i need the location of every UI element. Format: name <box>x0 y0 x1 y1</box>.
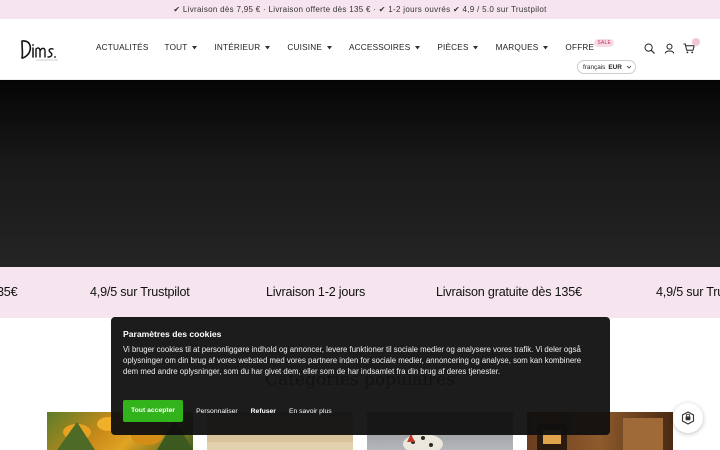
nav-label: ACCESSOIRES <box>349 43 411 52</box>
hero-banner[interactable] <box>0 80 720 267</box>
nav-actualites[interactable]: ACTUALITÉS <box>96 43 149 52</box>
nav-pieces[interactable]: PIÈCES <box>437 43 479 52</box>
caret-down-icon <box>190 44 198 52</box>
cart-icon[interactable] <box>683 38 700 54</box>
promo-bar: ✔ Livraison dès 7,95 € · Livraison offer… <box>0 0 720 19</box>
main-nav: ACTUALITÉS TOUT INTÉRIEUR CUISINE ACCESS… <box>96 39 615 52</box>
nav-label: ACTUALITÉS <box>96 43 149 52</box>
caret-down-icon <box>472 44 480 52</box>
nav-label: INTÉRIEUR <box>214 43 261 52</box>
nav-label: PIÈCES <box>437 43 469 52</box>
nav-interieur[interactable]: INTÉRIEUR <box>214 43 271 52</box>
user-icon[interactable] <box>663 42 675 54</box>
logo-mark-icon <box>21 40 58 61</box>
sale-badge: SALE <box>594 39 615 47</box>
nav-label: MARQUES <box>495 43 539 52</box>
customize-button[interactable]: Personnaliser <box>196 408 238 415</box>
nav-marques[interactable]: MARQUES <box>496 43 550 52</box>
cookie-settings-button[interactable] <box>673 403 703 433</box>
cookie-banner: Paramètres des cookies Vi bruger cookies… <box>111 317 610 435</box>
nav-cuisine[interactable]: CUISINE <box>287 43 333 52</box>
nav-label: TOUT <box>164 43 188 52</box>
nav-label: CUISINE <box>287 43 323 52</box>
promo-text: ✔ Livraison dès 7,95 € · Livraison offer… <box>173 5 547 14</box>
ticker-item: 4,9/5 sur Tru <box>656 285 720 299</box>
nav-label: OFFRE <box>565 43 595 52</box>
caret-down-icon <box>413 44 421 52</box>
nav-offre[interactable]: OFFRE SALE <box>565 39 615 52</box>
language-label: français <box>583 63 606 71</box>
logo[interactable] <box>20 37 62 63</box>
caret-down-icon <box>263 44 271 52</box>
chevron-down-icon <box>626 64 632 70</box>
ticker-item: Livraison 1-2 jours <box>266 285 366 299</box>
refuse-button[interactable]: Refuser <box>251 408 276 415</box>
learn-more-link[interactable]: En savoir plus <box>289 408 332 415</box>
cookie-title: Paramètres des cookies <box>123 329 222 339</box>
cookie-description: Vi bruger cookies til at personliggøre i… <box>123 345 582 376</box>
ticker-item: 35€ <box>0 285 18 299</box>
cart-count-badge <box>692 38 700 46</box>
caret-down-icon <box>325 44 333 52</box>
site-header: ACTUALITÉS TOUT INTÉRIEUR CUISINE ACCESS… <box>0 19 720 80</box>
usp-ticker: 35€ 4,9/5 sur Trustpilot Livraison 1-2 j… <box>0 267 720 318</box>
nav-tout[interactable]: TOUT <box>165 43 199 52</box>
nav-accessoires[interactable]: ACCESSOIRES <box>349 43 421 52</box>
accept-all-button[interactable]: Tout accepter <box>123 400 184 422</box>
ticker-item: Livraison gratuite dès 135€ <box>436 285 582 299</box>
currency-label: EUR <box>608 63 622 71</box>
cookie-icon <box>681 411 695 425</box>
language-currency-selector[interactable]: français EUR <box>577 60 636 74</box>
search-icon[interactable] <box>643 42 655 54</box>
caret-down-icon <box>541 44 549 52</box>
ticker-item: 4,9/5 sur Trustpilot <box>90 285 190 299</box>
cookie-actions: Tout accepter Personnaliser Refuser En s… <box>123 400 332 422</box>
